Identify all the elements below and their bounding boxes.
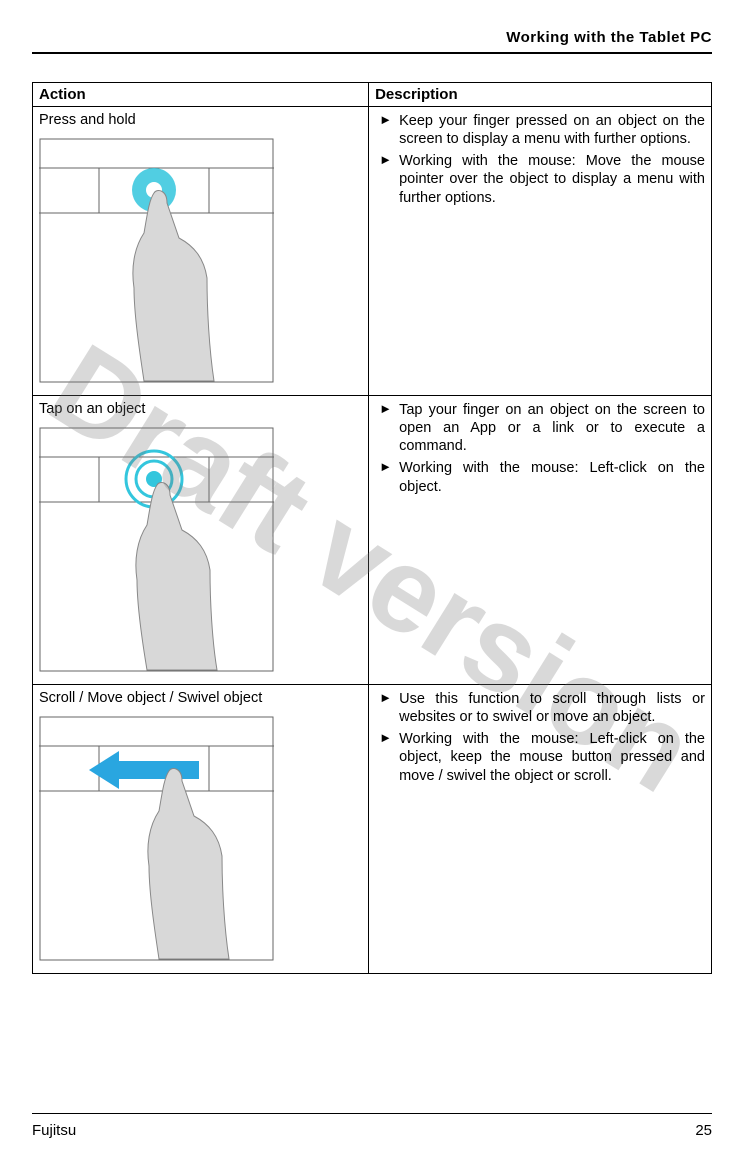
desc-item: Tap your finger on an object on the scre… — [375, 401, 705, 455]
gesture-figure-press-hold — [39, 138, 362, 383]
page-header: Working with the Tablet PC — [32, 29, 712, 54]
footer-brand: Fujitsu — [32, 1122, 76, 1139]
action-title: Tap on an object — [39, 401, 362, 417]
table-row: Scroll / Move object / Swivel object — [33, 685, 712, 974]
gesture-figure-scroll — [39, 716, 362, 961]
gesture-table: Action Description Press and hold — [32, 82, 712, 974]
desc-item: Use this function to scroll through list… — [375, 690, 705, 726]
desc-item: Keep your finger pressed on an object on… — [375, 112, 705, 148]
gesture-figure-tap — [39, 427, 362, 672]
table-header-action: Action — [33, 83, 369, 107]
table-row: Tap on an object — [33, 396, 712, 685]
action-title: Scroll / Move object / Swivel object — [39, 690, 362, 706]
table-header-description: Description — [369, 83, 712, 107]
desc-item: Working with the mouse: Left-click on th… — [375, 730, 705, 784]
desc-item: Working with the mouse: Left-click on th… — [375, 459, 705, 495]
footer-page-number: 25 — [695, 1122, 712, 1139]
page-footer: Fujitsu 25 — [32, 1113, 712, 1139]
table-row: Press and hold — [33, 107, 712, 396]
desc-item: Working with the mouse: Move the mouse p… — [375, 152, 705, 206]
action-title: Press and hold — [39, 112, 362, 128]
page-container: Working with the Tablet PC Action Descri… — [0, 0, 744, 1159]
